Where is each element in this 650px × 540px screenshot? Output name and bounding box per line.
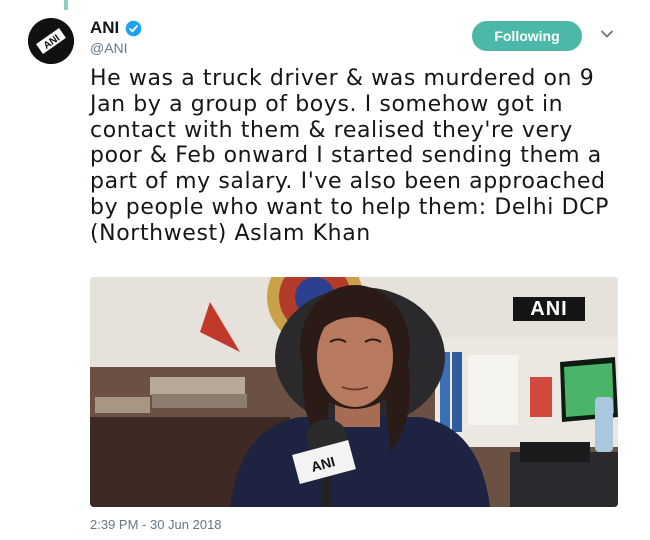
ani-logo-icon: ANI: [28, 18, 74, 64]
tweet-media-photo[interactable]: ANI ANI: [90, 277, 618, 507]
ani-watermark: ANI: [513, 297, 585, 321]
verified-badge-icon: [125, 20, 142, 36]
author-name[interactable]: ANI: [90, 18, 119, 38]
author-avatar[interactable]: ANI: [28, 18, 74, 64]
top-accent-bar: [64, 0, 68, 10]
chevron-down-icon[interactable]: [600, 27, 614, 41]
following-button[interactable]: Following: [472, 21, 582, 51]
tweet-text: He was a truck driver & was murdered on …: [90, 66, 609, 246]
author-handle[interactable]: @ANI: [90, 40, 128, 56]
author-name-row: ANI: [90, 18, 142, 38]
tweet-timestamp[interactable]: 2:39 PM - 30 Jun 2018: [90, 517, 222, 532]
